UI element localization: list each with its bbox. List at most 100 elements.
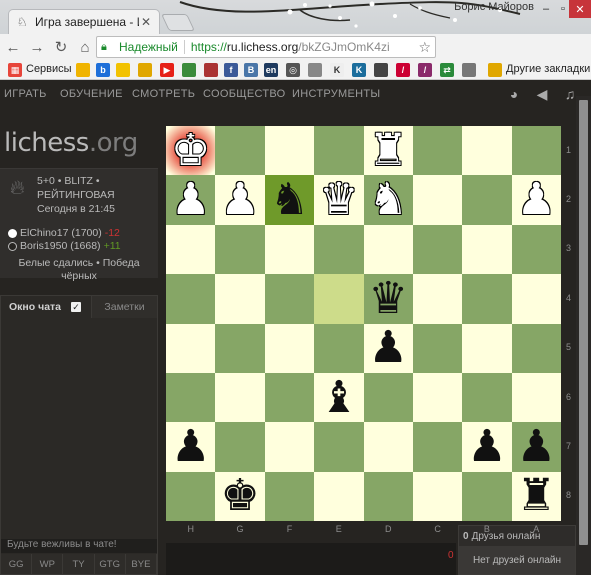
bookmark-icon-slash[interactable]: / bbox=[396, 63, 410, 77]
bookmark-icon-k-blue[interactable]: K bbox=[352, 63, 366, 77]
white-player[interactable]: ElChino17 (1700) -12 bbox=[8, 227, 120, 239]
bookmark-icon-red[interactable] bbox=[204, 63, 218, 77]
square-c3[interactable] bbox=[412, 224, 463, 275]
url-input[interactable]: 🔒︎ Надежный https:// ru.lichess.org /bkZ… bbox=[96, 36, 436, 58]
square-b3[interactable] bbox=[462, 224, 512, 275]
square-b6[interactable] bbox=[462, 372, 512, 423]
square-e4[interactable] bbox=[314, 274, 364, 324]
preset-gtg[interactable]: GTG bbox=[94, 554, 126, 574]
square-e3[interactable] bbox=[314, 224, 364, 275]
square-h3[interactable] bbox=[166, 224, 216, 275]
square-e7[interactable] bbox=[314, 422, 364, 472]
square-b4[interactable] bbox=[462, 274, 512, 324]
apps-grid-icon[interactable]: ▦ bbox=[8, 63, 22, 77]
square-g6[interactable] bbox=[215, 372, 265, 423]
back-arrow-icon[interactable]: ← bbox=[2, 36, 24, 58]
piece-w-g2[interactable]: ♟ bbox=[220, 178, 259, 222]
square-a4[interactable] bbox=[511, 274, 561, 324]
nav-community[interactable]: СООБЩЕСТВО bbox=[203, 88, 286, 100]
square-a1[interactable] bbox=[511, 126, 561, 176]
piece-b-d5[interactable]: ♟ bbox=[368, 326, 407, 370]
bookmark-icon-dark[interactable] bbox=[374, 63, 388, 77]
youtube-icon[interactable]: ▶ bbox=[160, 63, 174, 77]
preset-wp[interactable]: WP bbox=[32, 554, 64, 574]
square-h6[interactable] bbox=[166, 372, 216, 423]
bookmark-icon-green[interactable] bbox=[182, 63, 196, 77]
square-a8[interactable]: ♜ bbox=[511, 471, 561, 521]
square-h5[interactable] bbox=[166, 323, 216, 373]
close-window-button[interactable]: ✕ bbox=[569, 0, 591, 18]
square-f2[interactable]: ♞ bbox=[264, 175, 315, 225]
square-e1[interactable] bbox=[314, 126, 364, 176]
square-h8[interactable] bbox=[166, 471, 216, 521]
bookmark-icon-en[interactable]: en bbox=[264, 63, 278, 77]
square-g7[interactable] bbox=[215, 422, 265, 472]
other-bookmarks-folder-icon[interactable] bbox=[488, 63, 502, 77]
preset-bye[interactable]: BYE bbox=[125, 554, 158, 574]
scrollbar-thumb[interactable] bbox=[579, 100, 588, 545]
piece-b-g8[interactable]: ♚ bbox=[220, 474, 259, 518]
bookmark-icon-sun[interactable] bbox=[116, 63, 130, 77]
square-h2[interactable]: ♟ bbox=[166, 175, 216, 225]
square-g3[interactable] bbox=[215, 224, 265, 275]
piece-b-a8[interactable]: ♜ bbox=[517, 474, 556, 518]
piece-w-h2[interactable]: ♟ bbox=[171, 178, 210, 222]
vk-icon[interactable]: B bbox=[244, 63, 258, 77]
nav-learn[interactable]: ОБУЧЕНИЕ bbox=[60, 88, 123, 100]
bookmark-icon-b[interactable]: b bbox=[96, 63, 110, 77]
square-e8[interactable] bbox=[314, 471, 364, 521]
site-logo[interactable]: lichess.org bbox=[4, 128, 138, 158]
square-f1[interactable] bbox=[264, 126, 315, 176]
sound-icon[interactable]: ◀ bbox=[534, 86, 550, 102]
forward-arrow-icon[interactable]: → bbox=[26, 36, 48, 58]
bookmark-icon-1[interactable] bbox=[76, 63, 90, 77]
home-icon[interactable]: ⌂ bbox=[74, 36, 96, 58]
square-d2[interactable]: ♞ bbox=[363, 175, 413, 225]
bookmark-icon-disc[interactable]: ◎ bbox=[286, 63, 300, 77]
square-d8[interactable] bbox=[363, 471, 413, 521]
palette-icon[interactable]: ◕ bbox=[506, 86, 522, 102]
square-e2[interactable]: ♛ bbox=[314, 175, 364, 225]
square-e6[interactable]: ♝ bbox=[314, 372, 364, 423]
piece-w-h1[interactable]: ♚ bbox=[171, 128, 210, 173]
square-a6[interactable] bbox=[511, 372, 561, 423]
square-g5[interactable] bbox=[215, 323, 265, 373]
square-f5[interactable] bbox=[264, 323, 315, 373]
piece-w-d1[interactable]: ♜ bbox=[368, 128, 407, 173]
browser-user-name[interactable]: Борис Майоров bbox=[434, 1, 534, 15]
square-g1[interactable] bbox=[215, 126, 265, 176]
square-b1[interactable] bbox=[462, 126, 512, 176]
square-a7[interactable]: ♟ bbox=[511, 422, 561, 472]
bookmark-icon-doc[interactable] bbox=[462, 63, 476, 77]
reload-icon[interactable]: ↻ bbox=[50, 36, 72, 58]
tab-notes[interactable]: Заметки bbox=[91, 296, 157, 318]
browser-tab[interactable]: ♘ Игра завершена - Игра ✕ bbox=[8, 9, 160, 34]
friends-panel[interactable]: 0 Друзья онлайн Нет друзей онлайн bbox=[458, 525, 576, 575]
new-tab-button[interactable] bbox=[161, 14, 195, 31]
square-c7[interactable] bbox=[412, 422, 463, 472]
tab-close-icon[interactable]: ✕ bbox=[139, 15, 153, 29]
bookmark-icon-grey[interactable] bbox=[308, 63, 322, 77]
square-g4[interactable] bbox=[215, 274, 265, 324]
square-a2[interactable]: ♟ bbox=[511, 175, 561, 225]
square-c8[interactable] bbox=[412, 471, 463, 521]
square-c6[interactable] bbox=[412, 372, 463, 423]
square-c2[interactable] bbox=[412, 175, 463, 225]
piece-w-e2[interactable]: ♛ bbox=[319, 178, 358, 222]
square-b7[interactable]: ♟ bbox=[462, 422, 512, 472]
square-d5[interactable]: ♟ bbox=[363, 323, 413, 373]
bookmark-other[interactable]: Другие закладки bbox=[506, 63, 590, 75]
square-a3[interactable] bbox=[511, 224, 561, 275]
chat-input[interactable]: Будьте вежливы в чате! bbox=[1, 539, 157, 553]
square-f3[interactable] bbox=[264, 224, 315, 275]
piece-b-f2[interactable]: ♞ bbox=[270, 178, 309, 222]
bookmark-icon-slash2[interactable]: / bbox=[418, 63, 432, 77]
scrollbar[interactable] bbox=[576, 96, 591, 575]
bookmark-star-icon[interactable]: ☆ bbox=[418, 39, 431, 56]
square-e5[interactable] bbox=[314, 323, 364, 373]
piece-b-e6[interactable]: ♝ bbox=[319, 375, 358, 420]
square-f4[interactable] bbox=[264, 274, 315, 324]
nav-watch[interactable]: СМОТРЕТЬ bbox=[132, 88, 195, 100]
square-b5[interactable] bbox=[462, 323, 512, 373]
square-f6[interactable] bbox=[264, 372, 315, 423]
